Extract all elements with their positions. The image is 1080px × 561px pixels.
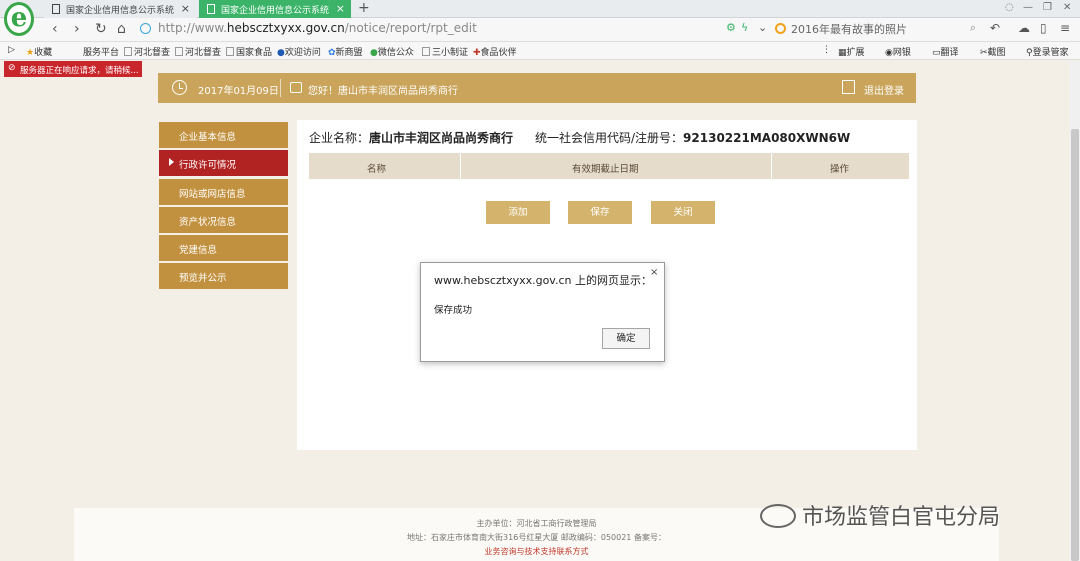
minimize-icon[interactable]: — xyxy=(1023,2,1033,13)
watermark: 市场监管白官屯分局 xyxy=(760,499,1000,531)
page-header-bar: 2017年01月09日 您好！唐山市丰润区尚品尚秀商行 退出登录 xyxy=(158,73,916,103)
credit-label: 统一社会信用代码/注册号： xyxy=(535,131,684,145)
ok-button[interactable]: 确定 xyxy=(602,328,650,349)
header-divider xyxy=(280,79,281,97)
close-icon[interactable]: × xyxy=(650,267,658,278)
sidebar: 企业基本信息 行政许可情况 网站或网店信息 资产状况信息 党建信息 预览并公示 xyxy=(159,122,288,292)
browser-tab-2[interactable]: 国家企业信用信息公示系统 × xyxy=(199,0,351,18)
browser-navbar: ‹ › ↻ ⌂ http://www.hebscztxyxx.gov.cn/no… xyxy=(0,18,1080,42)
address-bar[interactable]: http://www.hebscztxyxx.gov.cn/notice/rep… xyxy=(140,21,720,39)
sidebar-item-basic-info[interactable]: 企业基本信息 xyxy=(159,122,288,148)
clock-icon xyxy=(172,80,187,95)
search-text: 2016年最有故事的照片 xyxy=(791,23,907,36)
dialog-title: www.hebscztxyxx.gov.cn 上的网页显示： xyxy=(434,274,652,287)
restore-icon[interactable]: ❐ xyxy=(1043,2,1052,13)
skin-icon[interactable]: ◌ xyxy=(1005,2,1014,13)
close-tab-icon[interactable]: × xyxy=(336,2,345,15)
toolbar-translate[interactable]: ▭翻译 xyxy=(932,45,959,58)
browser-tab-1[interactable]: 国家企业信用信息公示系统 × xyxy=(44,0,196,18)
column-header-expiry: 有效期截止日期 xyxy=(572,164,639,175)
warning-icon: ⊘ xyxy=(8,63,16,73)
company-label: 企业名称： xyxy=(309,131,370,145)
home-icon[interactable]: ⌂ xyxy=(117,21,126,37)
bookmark-item[interactable]: 国家食品 xyxy=(226,45,272,58)
bookmark-item[interactable]: ★收藏 xyxy=(26,45,52,58)
column-header-name: 名称 xyxy=(367,164,387,175)
footer-contact-link[interactable]: 业务咨询与技术支持联系方式 xyxy=(74,546,999,557)
alert-dialog: www.hebscztxyxx.gov.cn 上的网页显示： × 保存成功 确定 xyxy=(420,262,665,362)
new-tab-button[interactable]: + xyxy=(358,0,370,16)
footer-address: 地址：石家庄市体育南大街316号红星大厦 邮政编码：050021 备案号： xyxy=(407,533,666,542)
page-scrollbar[interactable] xyxy=(1069,61,1080,561)
url-path: /notice/report/rpt_edit xyxy=(344,21,477,35)
search-engine-icon xyxy=(775,23,786,34)
more-bookmarks-icon[interactable]: ⋮ xyxy=(822,45,831,55)
status-banner: ⊘ 服务器正在响应请求，请稍候... xyxy=(4,61,142,77)
credit-code-line: 统一社会信用代码/注册号：92130221MA080XWN6W xyxy=(535,129,850,146)
undo-icon[interactable]: ↶ xyxy=(990,21,1000,35)
browser-titlebar: 国家企业信用信息公示系统 × 国家企业信用信息公示系统 × + ◌ — ❐ ✕ xyxy=(0,0,1080,18)
add-button[interactable]: 添加 xyxy=(486,201,550,224)
security-icon[interactable]: ⚙ xyxy=(726,21,736,34)
page-icon xyxy=(207,4,215,14)
sidebar-item-preview-publish[interactable]: 预览并公示 xyxy=(159,263,288,290)
tab-label: 国家企业信用信息公示系统 xyxy=(221,6,330,16)
globe-icon xyxy=(140,23,151,34)
header-greeting: 您好！唐山市丰润区尚品尚秀商行 xyxy=(308,86,458,97)
sidebar-item-party-building[interactable]: 党建信息 xyxy=(159,235,288,262)
bookmark-item[interactable]: 河北督查 xyxy=(124,45,170,58)
back-icon[interactable]: ‹ xyxy=(52,21,58,37)
bookmark-item[interactable]: ✿新商盟 xyxy=(328,45,363,58)
cloud-icon[interactable]: ☁ xyxy=(1018,21,1030,35)
column-divider xyxy=(460,153,461,179)
menu-icon[interactable]: ≡ xyxy=(1060,21,1070,35)
logout-icon[interactable] xyxy=(842,80,855,94)
logout-link[interactable]: 退出登录 xyxy=(864,82,904,97)
bookmark-item[interactable]: ✚食品伙伴 xyxy=(473,45,517,58)
toolbar-extensions[interactable]: ▦扩展 xyxy=(838,45,865,58)
refresh-icon[interactable]: ↻ xyxy=(95,21,107,37)
sidebar-item-asset-status[interactable]: 资产状况信息 xyxy=(159,206,288,233)
close-window-icon[interactable]: ✕ xyxy=(1063,2,1071,13)
active-arrow-icon xyxy=(169,158,174,167)
sidebar-toggle-icon[interactable]: ▷ xyxy=(8,45,15,55)
credit-code: 92130221MA080XWN6W xyxy=(683,131,851,145)
search-icon[interactable]: ⌕ xyxy=(970,21,976,35)
save-button[interactable]: 保存 xyxy=(568,201,632,224)
dialog-message: 保存成功 xyxy=(434,305,473,316)
forward-icon[interactable]: › xyxy=(74,21,80,37)
page-icon xyxy=(52,4,60,14)
phone-icon[interactable]: ▯ xyxy=(1040,21,1047,35)
company-name-line: 企业名称：唐山市丰润区尚品尚秀商行 xyxy=(309,129,513,146)
url-domain: hebscztxyxx.gov.cn xyxy=(226,21,345,35)
browser-logo-icon: e xyxy=(4,2,34,36)
search-input[interactable]: 2016年最有故事的照片 ⌕ xyxy=(775,21,980,39)
toolbar-login-manager[interactable]: ⚲登录管家 xyxy=(1026,45,1069,58)
url-scheme: http://www. xyxy=(158,21,227,35)
column-divider xyxy=(771,153,772,179)
toolbar-bank[interactable]: ◉网银 xyxy=(885,45,911,58)
bookmark-item[interactable]: 三小制证 xyxy=(422,45,468,58)
sidebar-item-website-info[interactable]: 网站或网店信息 xyxy=(159,178,288,205)
close-button[interactable]: 关闭 xyxy=(651,201,715,224)
toolbar-screenshot[interactable]: ✂截图 xyxy=(980,45,1006,58)
chat-icon xyxy=(290,82,302,93)
bookmark-item[interactable]: 河北督查 xyxy=(175,45,221,58)
wechat-icon xyxy=(760,504,796,528)
bookmark-item[interactable]: ●微信公众 xyxy=(370,45,414,58)
tab-label: 国家企业信用信息公示系统 xyxy=(66,6,175,16)
lightning-icon[interactable]: ϟ xyxy=(741,21,748,34)
column-header-action: 操作 xyxy=(830,164,850,175)
bookmark-item[interactable]: 服务平台 xyxy=(83,45,119,58)
sidebar-item-admin-license[interactable]: 行政许可情况 xyxy=(159,150,288,177)
header-date: 2017年01月09日 xyxy=(198,86,279,97)
dropdown-icon[interactable]: ⌄ xyxy=(758,21,767,34)
bookmark-item[interactable]: ●欢迎访问 xyxy=(277,45,321,58)
company-name: 唐山市丰润区尚品尚秀商行 xyxy=(369,131,514,145)
close-tab-icon[interactable]: × xyxy=(181,2,190,15)
bookmarks-bar: ▷ ★收藏 服务平台 河北督查 河北督查 国家食品 ●欢迎访问 ✿新商盟 ●微信… xyxy=(0,42,1080,60)
table-header: 名称 有效期截止日期 操作 xyxy=(309,153,909,179)
scrollbar-thumb[interactable] xyxy=(1071,129,1079,561)
